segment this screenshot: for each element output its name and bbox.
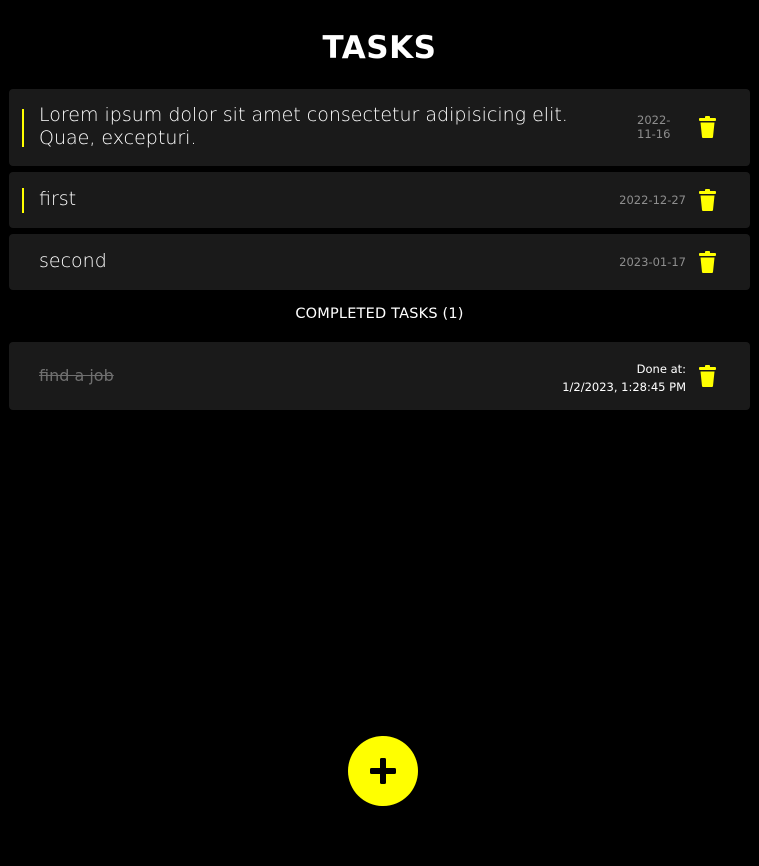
done-at-timestamp: 1/2/2023, 1:28:45 PM [562,380,686,394]
trash-icon[interactable] [699,116,716,138]
task-text: first [39,188,77,210]
task-item[interactable]: second 2023-01-17 [9,234,750,290]
task-date: 2022-12-27 [619,193,686,207]
page-title: TASKS [322,30,437,66]
task-item[interactable]: Lorem ipsum dolor sit amet consectetur a… [9,89,750,166]
task-text: Lorem ipsum dolor sit amet consectetur a… [39,104,568,149]
completed-tasks-header: COMPLETED TASKS (1) [295,306,464,322]
add-task-button[interactable] [348,736,418,806]
task-date: 2022-11-16 [637,113,671,141]
active-marker [22,188,24,213]
trash-icon[interactable] [699,251,716,273]
task-list: Lorem ipsum dolor sit amet consectetur a… [0,89,759,410]
task-text: second [39,250,107,272]
completed-task-text: find a job [39,366,114,385]
done-at-label: Done at: [636,362,686,376]
task-date: 2023-01-17 [619,255,686,269]
app: TASKS Lorem ipsum dolor sit amet consect… [0,0,759,866]
completed-task-item[interactable]: find a job Done at: 1/2/2023, 1:28:45 PM [9,342,750,410]
task-item[interactable]: first 2022-12-27 [9,172,750,228]
trash-icon[interactable] [699,189,716,211]
trash-icon[interactable] [699,365,716,387]
active-marker [22,109,24,147]
done-at-info: Done at: 1/2/2023, 1:28:45 PM [562,360,686,396]
plus-icon [370,758,396,784]
